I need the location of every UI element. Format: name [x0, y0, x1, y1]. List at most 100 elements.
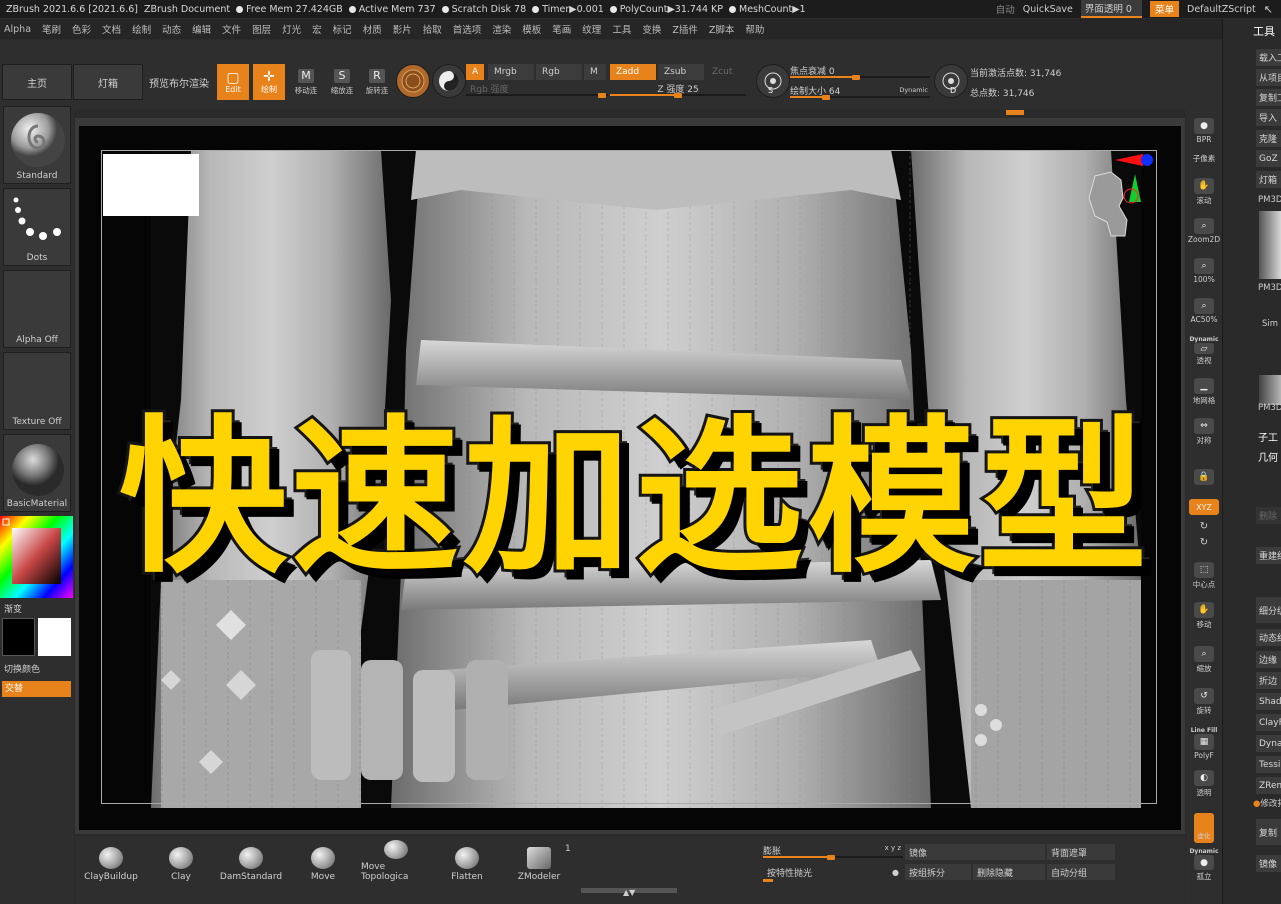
from-project-button[interactable]: 从项目 — [1256, 69, 1281, 86]
tool-thumbnail[interactable] — [1259, 211, 1281, 279]
menu-item-zplugin[interactable]: Z插件 — [672, 22, 698, 36]
menu-item-movie2[interactable]: 影片 — [393, 22, 412, 36]
menu-item-texture[interactable]: 纹理 — [582, 22, 601, 36]
draw-size-slider[interactable]: 绘制大小 64 Dynamic — [790, 84, 930, 100]
scroll-button[interactable]: ✋ 滚动 — [1188, 176, 1220, 206]
xyz-toggle[interactable]: XYZ — [1188, 492, 1220, 516]
menu-item-edit[interactable]: 编辑 — [192, 22, 211, 36]
copy-button[interactable]: 复制 — [1256, 819, 1281, 845]
zsub-toggle[interactable]: Zsub — [658, 64, 704, 80]
menu-item-document[interactable]: 文档 — [102, 22, 121, 36]
menu-item-light[interactable]: 灯光 — [282, 22, 301, 36]
menu-item-file[interactable]: 文件 — [222, 22, 241, 36]
dynamic-toggle[interactable]: Dynamic — [899, 86, 928, 94]
zadd-toggle[interactable]: Zadd — [610, 64, 656, 80]
auto-groups-button[interactable]: 自动分组 — [1047, 864, 1115, 880]
scroll-arrows-icon[interactable]: ▲▼ — [623, 888, 635, 897]
brush-flatten[interactable]: Flatten — [433, 840, 501, 882]
local-symmetry-button[interactable]: ⇔ 对称 — [1188, 416, 1220, 446]
dynamic-subdiv-button[interactable]: 动态细 — [1256, 629, 1281, 646]
quicksave-button[interactable]: QuickSave — [1023, 4, 1073, 15]
copy-tool-button[interactable]: 复制工 — [1256, 89, 1281, 106]
gradient-label[interactable]: 渐变 — [4, 602, 22, 615]
menu-item-macro[interactable]: 宏 — [312, 22, 322, 36]
brush-damstandard[interactable]: DamStandard — [217, 840, 285, 882]
actual-size-button[interactable]: ⌕ 100% — [1188, 254, 1220, 284]
claypolish-button[interactable]: ClayF — [1256, 714, 1281, 731]
perspective-button[interactable]: Dynamic ▱ 透视 — [1188, 336, 1220, 366]
menu-button[interactable]: 菜单 — [1149, 1, 1179, 17]
scroll-thumb[interactable] — [1006, 110, 1024, 115]
rotate-view-button[interactable]: ↺ 旋转 — [1188, 686, 1220, 716]
subpixel-button[interactable]: 子像素 — [1188, 146, 1220, 164]
crease-button[interactable]: 折边 — [1256, 672, 1281, 689]
backface-mask-button[interactable]: 背面遮罩 — [1047, 844, 1115, 860]
brush-slot[interactable]: Standard — [3, 106, 71, 184]
lightbox-tools-button[interactable]: 灯箱 — [1256, 171, 1281, 188]
load-tool-button[interactable]: 载入工 — [1256, 49, 1281, 66]
menu-item-alpha[interactable]: Alpha — [4, 24, 31, 35]
stroke-slot[interactable]: Dots — [3, 188, 71, 266]
clone-button[interactable]: 克隆 — [1256, 130, 1281, 147]
material-slot[interactable]: BasicMaterial — [3, 434, 71, 512]
rgb-intensity-slider[interactable]: Rgb 强度 — [466, 82, 608, 98]
dynamesh-button[interactable]: Dyna — [1256, 735, 1281, 752]
mirror-button[interactable]: 镜像 — [905, 844, 1045, 860]
focal-shift-slider[interactable]: 焦点衰减 0 — [790, 64, 930, 80]
zremesher-button[interactable]: ZRem — [1256, 777, 1281, 794]
menu-item-color[interactable]: 色彩 — [72, 22, 91, 36]
orientation-gizmo-icon[interactable] — [1075, 150, 1155, 260]
menu-item-picker[interactable]: 拾取 — [423, 22, 442, 36]
polish-by-features-toggle[interactable]: 按特性抛光 ● — [763, 864, 903, 882]
reconstruct-subdiv-button[interactable]: 重建细 — [1256, 547, 1281, 564]
menu-item-brush[interactable]: 笔刷 — [42, 22, 61, 36]
tessimate-button[interactable]: Tessi — [1256, 756, 1281, 773]
secondary-color-swatch[interactable] — [38, 618, 71, 656]
zoom2d-button[interactable]: ⌕ Zoom2D — [1188, 214, 1220, 244]
material-sphere-icon[interactable] — [396, 64, 430, 98]
lightbox-tab[interactable]: 灯箱 — [73, 64, 143, 100]
shadowbox-button[interactable]: Shad — [1256, 693, 1281, 710]
menu-item-transform[interactable]: 变换 — [642, 22, 661, 36]
edge-loop-button[interactable]: 边缘 — [1256, 651, 1281, 668]
geometry-header[interactable]: 几何 — [1258, 449, 1281, 464]
tool-thumbnail-2[interactable] — [1259, 375, 1281, 405]
alpha-slot[interactable]: Alpha Off — [3, 270, 71, 348]
menu-item-draw[interactable]: 绘制 — [132, 22, 151, 36]
import-button[interactable]: 导入 — [1256, 109, 1281, 126]
color-picker[interactable] — [0, 516, 73, 598]
arrow-icon[interactable]: ↖ — [1264, 3, 1273, 16]
half-size-button[interactable]: ⌕ AC50% — [1188, 294, 1220, 324]
z-intensity-slider[interactable]: Z 强度 25 — [610, 82, 746, 98]
modify-topology-header[interactable]: ●修改拓 — [1253, 797, 1281, 809]
lock-button[interactable]: 🔒 — [1188, 456, 1220, 486]
menu-item-stencil[interactable]: 模板 — [522, 22, 541, 36]
menu-item-stroke[interactable]: 笔画 — [552, 22, 571, 36]
m-toggle[interactable]: M — [584, 64, 606, 80]
color-sphere-icon[interactable] — [432, 64, 466, 98]
transparency-button[interactable]: ◐ 透明 — [1188, 768, 1220, 798]
rotate-y-icon[interactable]: ↻ — [1188, 518, 1220, 532]
a-toggle[interactable]: A — [466, 64, 485, 80]
bpr-button[interactable]: ● BPR — [1188, 114, 1220, 144]
bpr-preview-tab[interactable]: 预览布尔渲染 — [144, 64, 214, 100]
edit-button[interactable]: ▢ Edit — [217, 64, 249, 100]
rgb-toggle[interactable]: Rgb — [536, 64, 582, 80]
draw-button[interactable]: ✛ 绘制 — [253, 64, 285, 100]
document-canvas[interactable]: 快速加选模型 — [79, 126, 1181, 830]
ghost-button[interactable]: 虚化 — [1188, 808, 1220, 844]
ui-transparency-slider[interactable]: 界面透明 0 — [1080, 0, 1142, 18]
move-view-button[interactable]: ✋ 移动 — [1188, 600, 1220, 630]
solo-button[interactable]: Dynamic ● 孤立 — [1188, 848, 1220, 882]
delete-lower-button[interactable]: 删除 — [1256, 507, 1281, 524]
line-fill-button[interactable]: Line Fill ▦ PolyF — [1188, 724, 1220, 760]
menu-item-render[interactable]: 渲染 — [492, 22, 511, 36]
texture-slot[interactable]: Texture Off — [3, 352, 71, 430]
subtool-header[interactable]: 子工 — [1258, 429, 1281, 444]
menu-item-movie[interactable]: 动态 — [162, 22, 181, 36]
alternate-button[interactable]: 交替 — [2, 681, 71, 697]
brush-claybuildup[interactable]: ClayBuildup — [77, 840, 145, 882]
zcut-toggle[interactable]: Zcut — [706, 64, 746, 80]
subdivision-levels-button[interactable]: 细分级 — [1256, 597, 1281, 623]
switch-color-button[interactable]: 切换颜色 — [4, 662, 40, 675]
